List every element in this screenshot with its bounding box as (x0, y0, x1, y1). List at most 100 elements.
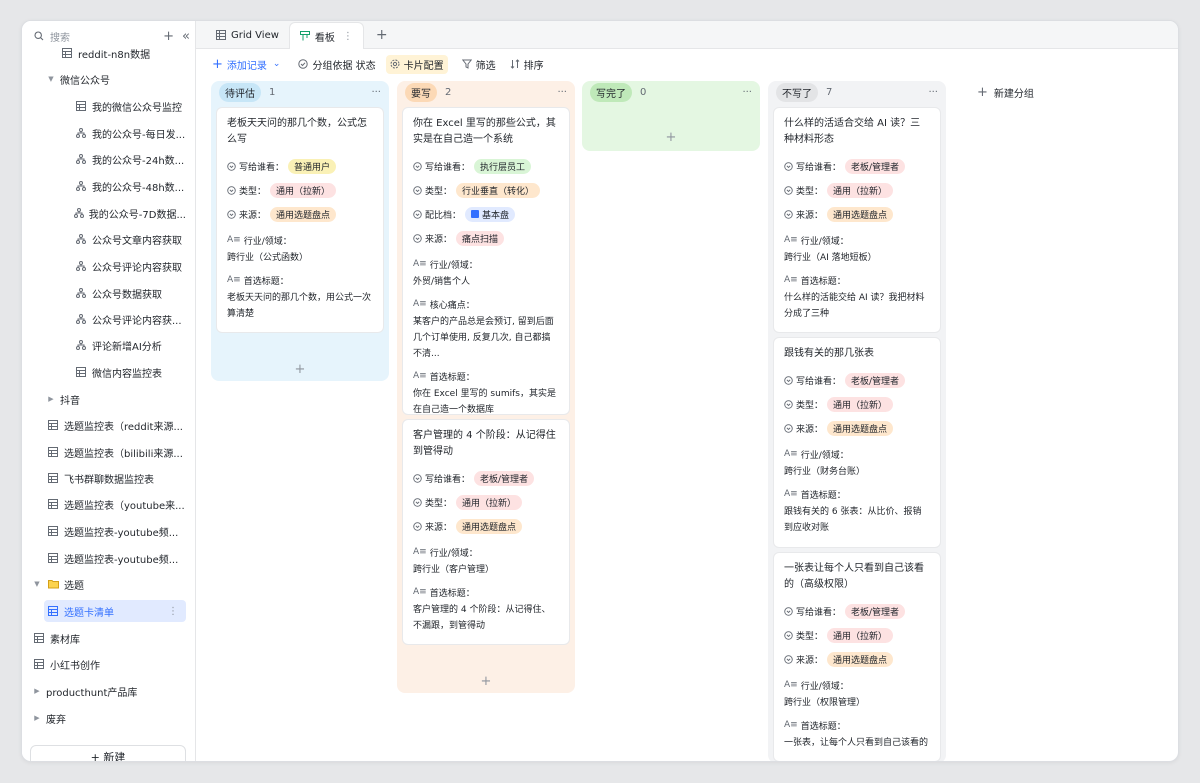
headline-value: 什么样的活能交给 AI 读？我把材料分成了三种 (784, 293, 925, 319)
more-icon[interactable]: ··· (742, 87, 752, 98)
type-tag: 通用（拉新） (827, 627, 894, 643)
sidebar-item-label: 飞书群聊数据监控表 (64, 474, 154, 486)
add-card-button[interactable]: + (397, 671, 575, 691)
industry-value: 跨行业（公式函数） (227, 253, 309, 263)
field-source: 来源： 通用选题盘点 (784, 202, 930, 226)
sidebar-item[interactable]: 我的微信公众号监控 (74, 95, 186, 117)
kanban-column: 要写 2 ··· 你在 Excel 里写的那些公式，其实是在自己造一个系统 写给谁看：执… (397, 81, 575, 693)
add-record-button[interactable]: + 添加记录 ⌄ (212, 57, 284, 72)
sidebar-item[interactable]: 我的公众号-每日发... (74, 122, 186, 144)
sidebar-item[interactable]: ▼ 选题 (32, 573, 186, 595)
sidebar-item[interactable]: 公众号评论内容获... (74, 308, 186, 330)
tab-grid-view[interactable]: Grid View (206, 22, 289, 48)
tab-more-icon[interactable]: ⋮ (343, 31, 353, 42)
card-config-button[interactable]: 卡片配置 (385, 54, 448, 74)
filter-button[interactable]: 筛选 (461, 57, 496, 72)
group-by-button[interactable]: 分组依据 状态 (298, 57, 376, 72)
field-label: 类型： (425, 186, 453, 197)
sidebar-item[interactable]: 我的公众号-24h数... (74, 148, 186, 170)
more-icon[interactable]: ⋮ (168, 606, 178, 617)
record-card[interactable]: 老板天天问的那几个数，公式怎么写 写给谁看： 普通用户 类型： 通用（拉新） 来源： 通用选… (216, 107, 384, 333)
sidebar-item[interactable]: 选题监控表（youtube来... (46, 493, 186, 515)
headline-value: 跟钱有关的 6 张表：从比价、报销到应收对账 (784, 507, 922, 533)
column-header[interactable]: 要写 2 ··· (397, 81, 575, 103)
sidebar-item[interactable]: 选题监控表（reddit来源... (46, 414, 186, 436)
chevron-right-icon[interactable]: ▶ (32, 687, 42, 695)
add-card-button[interactable]: + (768, 759, 946, 761)
field-label: 来源： (796, 655, 824, 666)
sidebar-item[interactable]: 微信内容监控表 (74, 361, 186, 383)
select-field-icon (413, 209, 422, 219)
industry-value: 跨行业（财务台账） (784, 467, 866, 477)
field-source: 来源： 通用选题盘点 (784, 416, 930, 440)
sidebar-item[interactable]: ▼ 微信公众号 (46, 68, 186, 90)
type-tag: 通用（拉新） (270, 182, 337, 198)
record-card[interactable]: 客户管理的 4 个阶段：从记得住到管得动 写给谁看： 老板/管理者 类型： 通用（拉新）… (402, 419, 570, 645)
column-header[interactable]: 不写了 7 ··· (768, 81, 946, 103)
select-field-icon (784, 375, 793, 385)
record-card[interactable]: 你在 Excel 里写的那些公式，其实是在自己造一个系统 写给谁看： 执行层员工 类型… (402, 107, 570, 415)
sidebar-item[interactable]: 选题监控表-youtube频... (46, 520, 186, 542)
sidebar-item[interactable]: 公众号数据获取 (74, 282, 186, 304)
chevron-down-icon[interactable]: ▼ (32, 580, 42, 588)
match-tag-label: 基本盘 (482, 210, 510, 221)
kanban-column: 写完了 0 ··· + (582, 81, 760, 151)
record-card[interactable]: 跟钱有关的那几张表 写给谁看： 老板/管理者 类型： 通用（拉新） 来源： 通用选题盘点 A≡… (773, 337, 941, 548)
column-header[interactable]: 写完了 0 ··· (582, 81, 760, 103)
sidebar-item[interactable]: ▶ producthunt产品库 (32, 680, 186, 702)
column-header[interactable]: 待评估 1 ··· (211, 81, 389, 103)
sidebar-item[interactable]: 公众号文章内容获取 (74, 228, 186, 250)
chevron-down-icon[interactable]: ▼ (46, 75, 56, 83)
more-icon[interactable]: ··· (371, 87, 381, 98)
sidebar-item[interactable]: 选题监控表-youtube频... (46, 547, 186, 569)
sidebar-item[interactable]: 评论新增AI分析 (74, 334, 186, 356)
field-source: 来源： 通用选题盘点 (413, 514, 559, 538)
sidebar-item[interactable]: 选题卡清单 ⋮ (44, 600, 186, 622)
sidebar-item[interactable]: ▶ 抖音 (46, 388, 186, 410)
text-field-icon: A≡ (413, 547, 427, 557)
workflow-icon (74, 261, 88, 271)
headline-value: 老板天天问的那几个数，用公式一次算清楚 (227, 293, 372, 319)
more-icon[interactable]: ··· (928, 87, 938, 98)
field-headline-label: A≡ 首选标题： (784, 715, 930, 735)
field-audience: 写给谁看： 老板/管理者 (413, 466, 559, 490)
collapse-sidebar-icon[interactable]: « (182, 30, 190, 43)
text-field-icon: A≡ (227, 235, 241, 245)
tab-label: Grid View (231, 29, 279, 41)
source-tag: 痛点扫描 (456, 230, 505, 246)
add-card-button[interactable]: + (211, 359, 389, 379)
new-button[interactable]: + 新建 (30, 745, 186, 761)
sidebar-item-label: reddit-n8n数据 (78, 49, 151, 61)
record-card[interactable]: 什么样的活适合交给 AI 读？三种材料形态 写给谁看： 老板/管理者 类型： 通用（拉新… (773, 107, 941, 333)
chevron-right-icon[interactable]: ▶ (32, 714, 42, 722)
chevron-right-icon[interactable]: ▶ (46, 395, 56, 403)
new-group-button[interactable]: + 新建分组 (977, 81, 1034, 103)
tab-kanban[interactable]: 看板 ⋮ (288, 22, 364, 49)
kanban-column: 不写了 7 ··· 什么样的活适合交给 AI 读？三种材料形态 写给谁看： 老板/管理者类… (768, 81, 946, 761)
field-headline-label: A≡ 首选标题： (784, 270, 930, 290)
add-icon[interactable]: + (163, 30, 174, 43)
sidebar-item[interactable]: ▶ 废弃 (32, 707, 186, 729)
field-label: 写给谁看： (425, 162, 471, 173)
sidebar-item[interactable]: 素材库 (32, 627, 186, 649)
more-icon[interactable]: ··· (557, 87, 567, 98)
add-view-icon[interactable]: + (364, 22, 400, 48)
sidebar-item[interactable]: 我的公众号-48h数... (74, 175, 186, 197)
select-field-icon (413, 497, 422, 507)
sidebar-item[interactable]: 飞书群聊数据监控表 (46, 467, 186, 489)
record-card[interactable]: 一张表让每个人只看到自己该看的（高级权限） 写给谁看： 老板/管理者 类型： 通用（拉新… (773, 552, 941, 761)
sidebar-item[interactable]: 公众号评论内容获取 (74, 255, 186, 277)
sidebar-item[interactable]: 小红书创作 (32, 653, 186, 675)
sidebar-item[interactable]: 我的公众号-7D数据... (74, 202, 186, 224)
sort-button[interactable]: 排序 (510, 57, 544, 72)
field-label: 类型： (425, 498, 453, 509)
sidebar-item[interactable]: reddit-n8n数据 (60, 42, 186, 64)
audience-tag: 老板/管理者 (845, 603, 906, 619)
field-label: 首选标题： (800, 276, 846, 287)
column-count: 7 (826, 86, 833, 98)
select-field-icon (227, 161, 236, 171)
add-card-button[interactable]: + (582, 127, 760, 147)
field-label: 核心痛点： (429, 300, 475, 311)
field-label: 行业/领域： (243, 236, 292, 247)
sidebar-item[interactable]: 选题监控表（bilibili来源... (46, 441, 186, 463)
